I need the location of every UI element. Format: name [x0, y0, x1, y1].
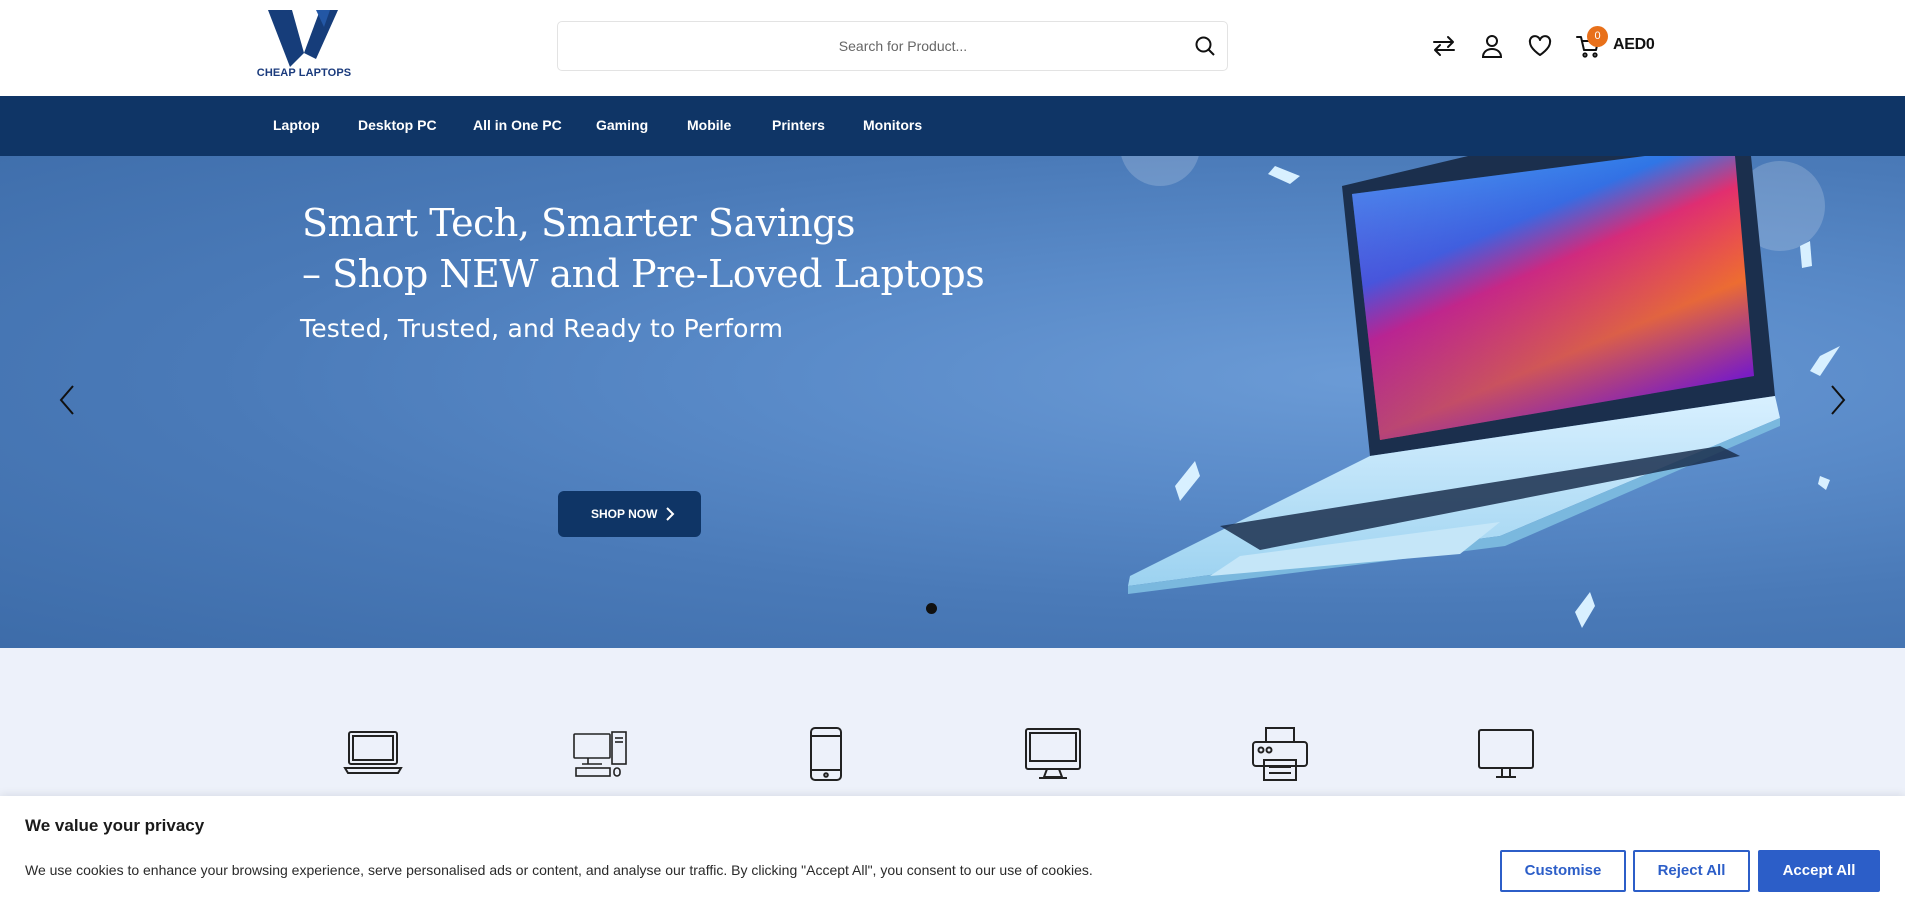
hero-subtitle: Tested, Trusted, and Ready to Perform: [300, 314, 784, 343]
reject-all-button[interactable]: Reject All: [1633, 850, 1750, 892]
mobile-icon[interactable]: [796, 726, 856, 782]
nav-item-monitors[interactable]: Monitors: [863, 117, 922, 133]
hero-title-line-2: – Shop NEW and Pre-Loved Laptops: [302, 252, 985, 296]
hero-slider: Smart Tech, Smarter Savings – Shop NEW a…: [0, 156, 1905, 648]
cart-total[interactable]: AED0: [1613, 36, 1655, 54]
logo-mark-icon: [268, 10, 338, 67]
nav-item-gaming[interactable]: Gaming: [596, 117, 648, 133]
nav-item-mobile[interactable]: Mobile: [687, 117, 731, 133]
nav-item-printers[interactable]: Printers: [772, 117, 825, 133]
accept-all-button[interactable]: Accept All: [1758, 850, 1880, 892]
desktop-pc-icon[interactable]: [570, 726, 630, 782]
logo-text: CHEAP LAPTOPS: [256, 67, 352, 79]
monitor-icon[interactable]: [1476, 726, 1536, 782]
hero-title: Smart Tech, Smarter Savings – Shop NEW a…: [302, 198, 985, 300]
cookie-title: We value your privacy: [25, 816, 205, 835]
compare-icon[interactable]: [1431, 33, 1457, 59]
cookie-consent-banner: We value your privacy We use cookies to …: [0, 796, 1905, 906]
cart-count-badge: 0: [1587, 26, 1608, 47]
hero-laptop-image: [1121, 156, 1840, 628]
slider-prev-arrow-icon[interactable]: [55, 382, 79, 418]
nav-item-desktop-pc[interactable]: Desktop PC: [358, 117, 437, 133]
site-logo[interactable]: CHEAP LAPTOPS: [254, 9, 354, 83]
slider-dot[interactable]: [926, 603, 937, 614]
hero-title-line-1: Smart Tech, Smarter Savings: [302, 201, 856, 245]
wishlist-heart-icon[interactable]: [1527, 33, 1553, 59]
laptop-icon[interactable]: [343, 726, 403, 782]
nav-item-laptop[interactable]: Laptop: [273, 117, 320, 133]
search-icon[interactable]: [1193, 34, 1217, 58]
cookie-text: We use cookies to enhance your browsing …: [25, 862, 1093, 878]
nav-item-all-in-one-pc[interactable]: All in One PC: [473, 117, 562, 133]
shop-now-label: SHOP NOW: [591, 507, 658, 521]
site-header: CHEAP LAPTOPS 0 AED0: [0, 0, 1905, 96]
printer-icon[interactable]: [1250, 726, 1310, 782]
all-in-one-pc-icon[interactable]: [1023, 726, 1083, 782]
main-nav: Laptop Desktop PC All in One PC Gaming M…: [0, 96, 1905, 156]
customise-button[interactable]: Customise: [1500, 850, 1626, 892]
search-bar: [557, 21, 1228, 71]
account-icon[interactable]: [1479, 33, 1505, 59]
slider-next-arrow-icon[interactable]: [1826, 382, 1850, 418]
chevron-right-icon: [666, 507, 675, 521]
search-input[interactable]: [558, 22, 1158, 70]
shop-now-button[interactable]: SHOP NOW: [558, 491, 701, 537]
